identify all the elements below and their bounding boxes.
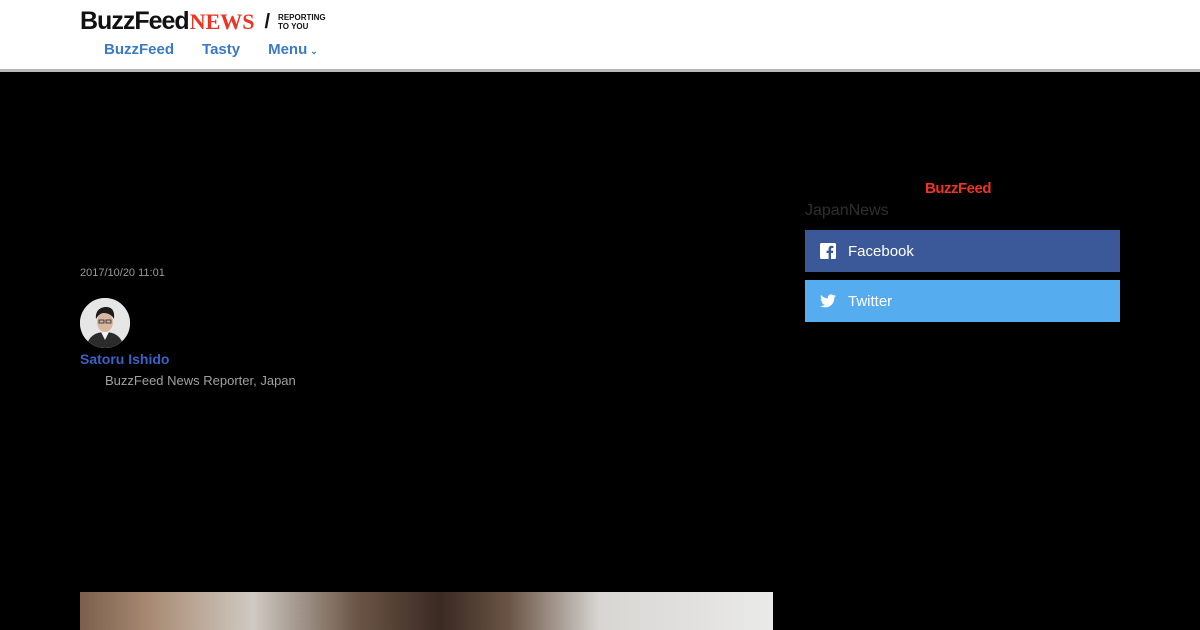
share-facebook-button[interactable]: Facebook xyxy=(805,230,1120,272)
sidebar-subtitle: JapanNews xyxy=(805,202,889,219)
chevron-down-icon: ⌄ xyxy=(310,45,318,56)
logo-brand: BuzzFeed xyxy=(80,6,190,35)
header-divider xyxy=(0,69,1200,72)
publish-date: 2017/10/20 11:01 xyxy=(80,267,165,279)
facebook-icon xyxy=(820,243,836,259)
buzzfeed-news-logo[interactable]: BuzzFeed NEWS / REPORTING TO YOU xyxy=(80,7,326,35)
nav-link-buzzfeed[interactable]: BuzzFeed xyxy=(104,41,174,58)
logo-tagline-line2: TO YOU xyxy=(278,22,309,31)
share-twitter-label: Twitter xyxy=(848,292,893,310)
logo-tagline-line1: REPORTING xyxy=(278,13,326,22)
article-hero-image xyxy=(80,592,773,630)
author-name-link[interactable]: Satoru Ishido xyxy=(80,351,169,367)
twitter-icon xyxy=(820,293,836,309)
nav-menu-label: Menu xyxy=(268,40,308,58)
sidebar-brand-logo: BuzzFeed xyxy=(925,180,992,197)
author-avatar[interactable] xyxy=(80,298,130,348)
avatar-photo xyxy=(80,298,130,348)
main-nav: BuzzFeed Tasty Menu ⌄ xyxy=(104,39,318,59)
share-facebook-label: Facebook xyxy=(848,242,914,260)
nav-link-tasty[interactable]: Tasty xyxy=(202,41,240,58)
logo-news: NEWS xyxy=(189,9,255,34)
logo-tagline: REPORTING TO YOU xyxy=(278,13,326,31)
nav-menu-button[interactable]: Menu ⌄ xyxy=(268,41,318,58)
site-header: BuzzFeed NEWS / REPORTING TO YOU BuzzFee… xyxy=(0,0,1200,69)
author-title: BuzzFeed News Reporter, Japan xyxy=(105,373,296,388)
logo-slash: / xyxy=(264,10,271,33)
share-twitter-button[interactable]: Twitter xyxy=(805,280,1120,322)
